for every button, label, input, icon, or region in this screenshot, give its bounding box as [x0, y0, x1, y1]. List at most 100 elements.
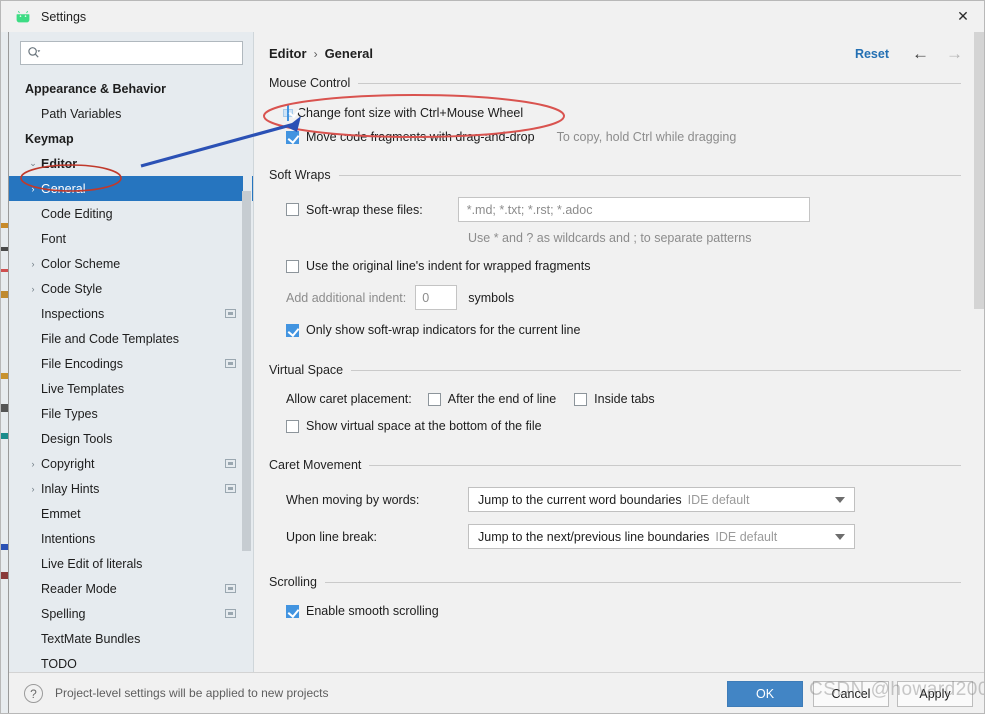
close-icon[interactable]: ✕	[940, 1, 984, 32]
additional-indent-row: Add additional indent: 0 symbols	[286, 285, 984, 310]
original-indent-row[interactable]: Use the original line's indent for wrapp…	[286, 259, 984, 273]
change-font-size-checkbox[interactable]	[287, 105, 289, 121]
when-moving-combo[interactable]: Jump to the current word boundaries IDE …	[468, 487, 855, 512]
sidebar-item-live-edit-of-literals[interactable]: Live Edit of literals	[9, 551, 253, 576]
sidebar-item-reader-mode[interactable]: Reader Mode	[9, 576, 253, 601]
smooth-scrolling-row[interactable]: Enable smooth scrolling	[286, 604, 984, 618]
settings-dialog: Settings ✕ Appearance & Behavior Path Var…	[0, 0, 985, 714]
only-show-indicators-checkbox[interactable]	[286, 323, 299, 337]
sidebar-scrollbar-thumb[interactable]	[242, 191, 251, 551]
sidebar-item-editor[interactable]: ⌄ Editor	[9, 151, 253, 176]
sidebar-item-code-style[interactable]: › Code Style	[9, 276, 253, 301]
sidebar-item-label: Intentions	[41, 531, 96, 546]
chevron-right-icon[interactable]: ›	[25, 251, 41, 276]
ok-button[interactable]: OK	[727, 681, 803, 707]
sidebar-item-file-types[interactable]: File Types	[9, 401, 253, 426]
move-fragments-row[interactable]: Move code fragments with drag-and-drop T…	[286, 130, 984, 144]
only-show-indicators-label: Only show soft-wrap indicators for the c…	[306, 323, 581, 337]
back-arrow-icon[interactable]: ←	[912, 44, 929, 64]
main-scrollbar-track[interactable]	[974, 32, 984, 672]
chevron-right-icon[interactable]: ›	[25, 476, 41, 501]
softwrap-files-checkbox[interactable]	[286, 203, 299, 216]
softwrap-files-row: Soft-wrap these files: *.md; *.txt; *.rs…	[286, 197, 984, 222]
sidebar-item-font[interactable]: Font	[9, 226, 253, 251]
section-caret-movement: Caret Movement	[255, 458, 984, 472]
sidebar-item-emmet[interactable]: Emmet	[9, 501, 253, 526]
show-virtual-space-label: Show virtual space at the bottom of the …	[306, 419, 542, 433]
show-virtual-space-row[interactable]: Show virtual space at the bottom of the …	[286, 419, 984, 433]
softwrap-files-input[interactable]: *.md; *.txt; *.rst; *.adoc	[457, 197, 810, 222]
when-moving-row: When moving by words: Jump to the curren…	[286, 487, 984, 512]
breadcrumb: Editor › General	[269, 46, 373, 61]
when-moving-suffix: IDE default	[687, 492, 750, 507]
chevron-right-icon[interactable]: ›	[25, 176, 41, 201]
chevron-right-icon[interactable]: ›	[25, 451, 41, 476]
section-rule	[351, 369, 961, 371]
chevron-right-icon[interactable]: ›	[25, 276, 41, 301]
search-box[interactable]	[20, 41, 243, 65]
project-level-badge-icon	[225, 359, 236, 368]
sidebar-item-inspections[interactable]: Inspections	[9, 301, 253, 326]
softwrap-files-label: Soft-wrap these files:	[306, 202, 423, 217]
title-bar: Settings ✕	[1, 1, 984, 32]
sidebar-item-textmate-bundles[interactable]: TextMate Bundles	[9, 626, 253, 651]
project-level-badge-icon	[225, 309, 236, 318]
move-fragments-checkbox[interactable]	[286, 130, 299, 144]
search-container	[9, 32, 253, 65]
forward-arrow-icon[interactable]: →	[946, 44, 963, 64]
checkbox-focus-ring	[283, 105, 293, 121]
upon-line-break-combo[interactable]: Jump to the next/previous line boundarie…	[468, 524, 855, 549]
sidebar-item-label: File and Code Templates	[41, 331, 180, 346]
sidebar-item-file-and-code-templates[interactable]: File and Code Templates	[9, 326, 253, 351]
change-font-size-row[interactable]: Change font size with Ctrl+Mouse Wheel	[283, 105, 984, 121]
sidebar-scrollbar-track[interactable]	[242, 32, 252, 672]
sidebar-item-color-scheme[interactable]: › Color Scheme	[9, 251, 253, 276]
chevron-down-icon[interactable]	[835, 534, 845, 540]
main-scrollbar-thumb[interactable]	[974, 32, 984, 309]
reset-link[interactable]: Reset	[855, 47, 889, 61]
breadcrumb-parent[interactable]: Editor	[269, 46, 307, 61]
chevron-down-icon[interactable]	[835, 497, 845, 503]
sidebar-item-inlay-hints[interactable]: › Inlay Hints	[9, 476, 253, 501]
sidebar-item-label: Design Tools	[41, 431, 113, 446]
sidebar-item-appearance-behavior[interactable]: Appearance & Behavior	[9, 76, 253, 101]
sidebar-item-copyright[interactable]: › Copyright	[9, 451, 253, 476]
section-virtual-space: Virtual Space	[255, 363, 984, 377]
sidebar-item-label: TextMate Bundles	[41, 631, 141, 646]
sidebar-item-spelling[interactable]: Spelling	[9, 601, 253, 626]
only-show-indicators-row[interactable]: Only show soft-wrap indicators for the c…	[286, 323, 984, 337]
sidebar-item-design-tools[interactable]: Design Tools	[9, 426, 253, 451]
project-level-badge-icon	[225, 484, 236, 493]
sidebar-item-live-templates[interactable]: Live Templates	[9, 376, 253, 401]
sidebar-item-label: Live Templates	[41, 381, 125, 396]
sidebar-item-label: File Encodings	[41, 356, 123, 371]
help-icon[interactable]: ?	[24, 684, 43, 703]
breadcrumb-separator: ›	[313, 46, 318, 61]
after-eol-checkbox[interactable]	[427, 392, 441, 406]
smooth-scrolling-label: Enable smooth scrolling	[306, 604, 439, 618]
background-sliver-mark-5	[1, 373, 8, 379]
original-indent-checkbox[interactable]	[286, 259, 299, 273]
sidebar-item-label: Editor	[41, 156, 78, 171]
sidebar-item-code-editing[interactable]: Code Editing	[9, 201, 253, 226]
window-title: Settings	[41, 9, 87, 24]
sidebar-item-path-variables[interactable]: Path Variables	[9, 101, 253, 126]
sidebar-item-keymap[interactable]: Keymap	[9, 126, 253, 151]
sidebar-item-intentions[interactable]: Intentions	[9, 526, 253, 551]
android-robot-icon	[14, 8, 32, 26]
additional-indent-input[interactable]: 0	[415, 285, 458, 310]
inside-tabs-checkbox[interactable]	[574, 392, 588, 406]
search-input[interactable]	[46, 43, 226, 63]
smooth-scrolling-checkbox[interactable]	[286, 604, 299, 618]
sidebar-item-label: Code Editing	[41, 206, 113, 221]
search-icon	[27, 46, 42, 60]
background-sliver-mark-1	[1, 223, 8, 228]
section-title: Mouse Control	[269, 76, 351, 90]
sidebar-item-general[interactable]: › General	[9, 176, 253, 201]
wildcard-hint: Use * and ? as wildcards and ; to separa…	[468, 231, 752, 245]
chevron-down-icon[interactable]: ⌄	[25, 151, 41, 176]
sidebar-item-file-encodings[interactable]: File Encodings	[9, 351, 253, 376]
move-fragments-hint: To copy, hold Ctrl while dragging	[556, 130, 737, 144]
show-virtual-space-checkbox[interactable]	[286, 419, 299, 433]
background-sliver-mark-9	[1, 572, 8, 579]
